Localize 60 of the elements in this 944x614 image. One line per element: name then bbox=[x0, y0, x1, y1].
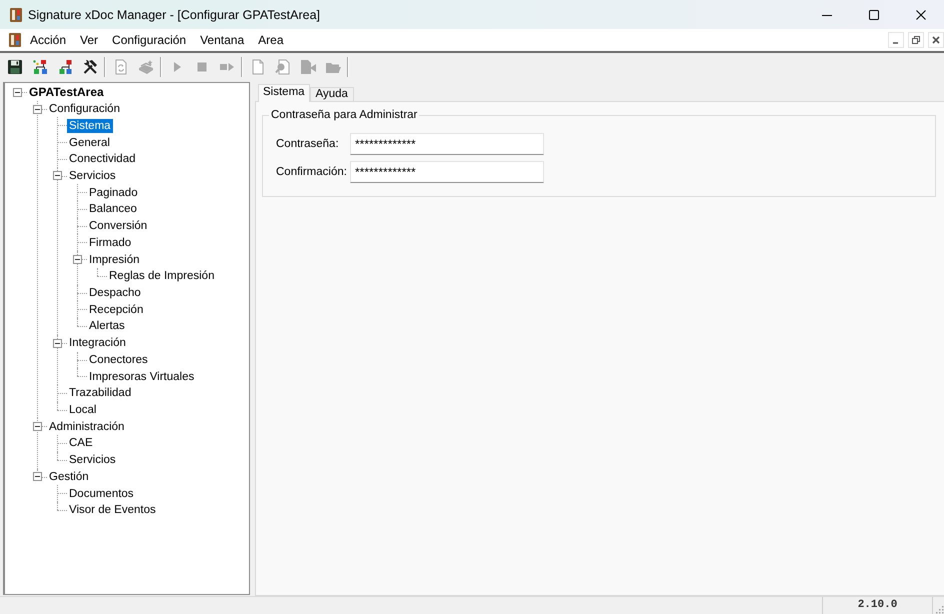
tree-item[interactable]: Sistema bbox=[67, 118, 113, 133]
app-icon bbox=[9, 6, 23, 22]
hierarchy-icon[interactable] bbox=[56, 59, 72, 75]
maximize-icon[interactable] bbox=[868, 10, 878, 20]
menu-item[interactable]: Configuración bbox=[105, 29, 194, 51]
collapse-icon[interactable] bbox=[33, 472, 42, 482]
restore-button[interactable] bbox=[908, 32, 924, 48]
collapse-icon[interactable] bbox=[73, 255, 82, 264]
tab[interactable]: Ayuda bbox=[310, 87, 354, 101]
password-field[interactable]: ************* bbox=[350, 161, 544, 183]
collapse-icon[interactable] bbox=[13, 88, 22, 97]
network-icon[interactable] bbox=[32, 59, 48, 75]
password-field[interactable]: ************* bbox=[350, 133, 544, 155]
tree-item[interactable]: GPATestArea bbox=[27, 85, 106, 100]
app-icon[interactable] bbox=[8, 32, 22, 48]
tree-item[interactable]: Servicios bbox=[67, 168, 118, 183]
tree-item[interactable]: Integración bbox=[67, 336, 128, 350]
menu-item[interactable]: Ver bbox=[73, 29, 106, 51]
tree-item[interactable]: General bbox=[67, 136, 112, 150]
group-title: Contraseña para Administrar bbox=[270, 109, 418, 121]
tree-item[interactable]: Despacho bbox=[87, 286, 143, 300]
field-label: Confirmación: bbox=[276, 166, 348, 178]
menu-item[interactable]: Area bbox=[251, 29, 290, 51]
version-label: 2.10.0 bbox=[822, 597, 933, 614]
tree-item[interactable]: Documentos bbox=[67, 486, 136, 501]
tree-item[interactable]: Paginado bbox=[87, 186, 140, 200]
save-icon[interactable] bbox=[6, 59, 22, 75]
close-icon bbox=[932, 36, 940, 44]
menu-item[interactable]: Ventana bbox=[193, 29, 252, 51]
menu-item[interactable]: Acción bbox=[23, 29, 74, 51]
resize-grip-icon[interactable] bbox=[934, 604, 944, 614]
tree-item[interactable]: Impresoras Virtuales bbox=[87, 370, 196, 384]
tree-item[interactable]: Conversión bbox=[87, 219, 150, 234]
tree-item[interactable]: Trazabilidad bbox=[67, 386, 134, 400]
tree-item[interactable]: Firmado bbox=[87, 236, 134, 250]
window-title: Signature xDoc Manager - [Configurar GPATestArea] bbox=[28, 8, 322, 22]
collapse-icon[interactable] bbox=[33, 422, 42, 432]
close-icon[interactable] bbox=[916, 10, 926, 20]
tree-item[interactable]: Balanceo bbox=[87, 202, 139, 216]
tree-item[interactable]: Servicios bbox=[67, 453, 118, 468]
tree-item[interactable]: Conectores bbox=[87, 352, 150, 367]
collapse-icon[interactable] bbox=[53, 171, 62, 180]
field-label: Contraseña: bbox=[276, 138, 340, 150]
tree-item[interactable]: Configuración bbox=[47, 102, 122, 116]
tree-item[interactable]: Visor de Eventos bbox=[67, 503, 158, 518]
tree-item[interactable]: Reglas de Impresión bbox=[107, 269, 216, 284]
tools-icon[interactable] bbox=[82, 59, 98, 75]
tree-item[interactable]: Conectividad bbox=[67, 152, 138, 166]
collapse-icon[interactable] bbox=[53, 338, 62, 348]
tree-item[interactable]: Impresión bbox=[87, 252, 142, 267]
collapse-icon[interactable] bbox=[33, 104, 42, 114]
tree-item[interactable]: Recepción bbox=[87, 302, 146, 317]
close-button[interactable] bbox=[928, 32, 944, 48]
tree-item[interactable]: CAE bbox=[67, 436, 95, 450]
restore-icon bbox=[912, 36, 920, 44]
tree-item[interactable]: Alertas bbox=[87, 319, 127, 334]
tree-item[interactable]: Gestión bbox=[47, 470, 91, 484]
tree-item[interactable]: Administración bbox=[47, 420, 126, 434]
tree-item[interactable]: Local bbox=[67, 403, 98, 418]
tab[interactable]: Sistema bbox=[258, 84, 310, 102]
